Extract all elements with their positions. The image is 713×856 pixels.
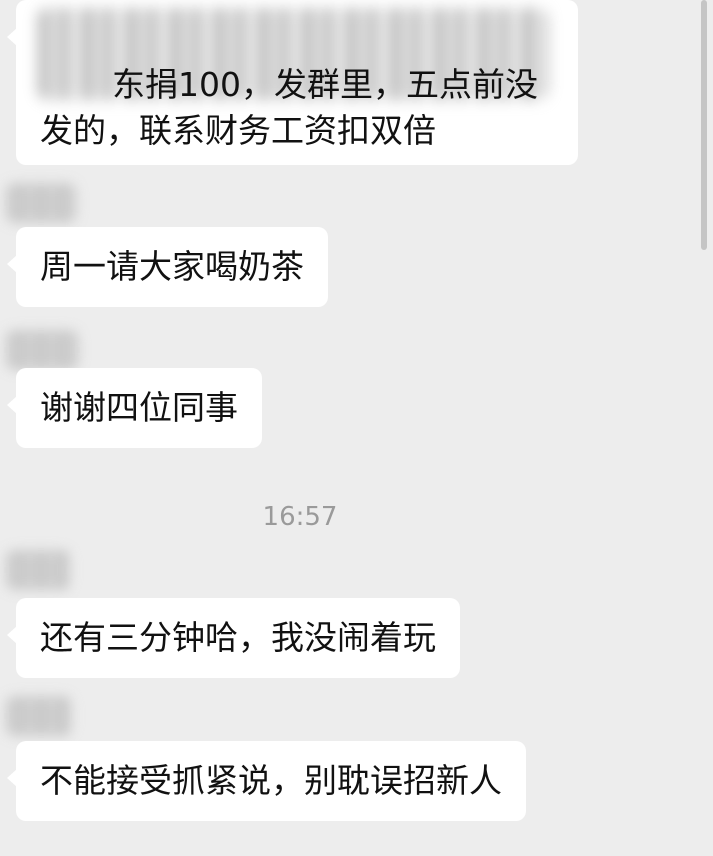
scrollbar[interactable] [701,0,707,250]
message-bubble[interactable]: 不能接受抓紧说，别耽误招新人 [7,741,526,821]
message-text: 周一请大家喝奶茶 [40,247,304,286]
message-text: 还有三分钟哈，我没闹着玩 [40,618,436,657]
message-bubble[interactable]: 周一请大家喝奶茶 [7,227,328,307]
message-bubble[interactable]: 东捐100，发群里，五点前没 发的，联系财务工资扣双倍 [7,0,578,165]
message-bubble[interactable]: 谢谢四位同事 [7,368,262,448]
message-timestamp: 16:57 [262,502,338,532]
sender-avatar-blurred[interactable] [6,330,78,370]
message-text-line: 发的，联系财务工资扣双倍 [40,111,436,150]
message-text-line: 东捐100，发群里，五点前没 [112,65,538,104]
sender-avatar-blurred[interactable] [6,550,70,590]
message-text: 不能接受抓紧说，别耽误招新人 [40,761,502,800]
message-bubble[interactable]: 还有三分钟哈，我没闹着玩 [7,598,460,678]
chat-message-list[interactable]: 东捐100，发群里，五点前没 发的，联系财务工资扣双倍 周一请大家喝奶茶 谢谢四… [0,0,713,856]
message-text: 谢谢四位同事 [40,388,238,427]
sender-avatar-blurred[interactable] [6,696,72,736]
sender-avatar-blurred[interactable] [6,183,76,223]
